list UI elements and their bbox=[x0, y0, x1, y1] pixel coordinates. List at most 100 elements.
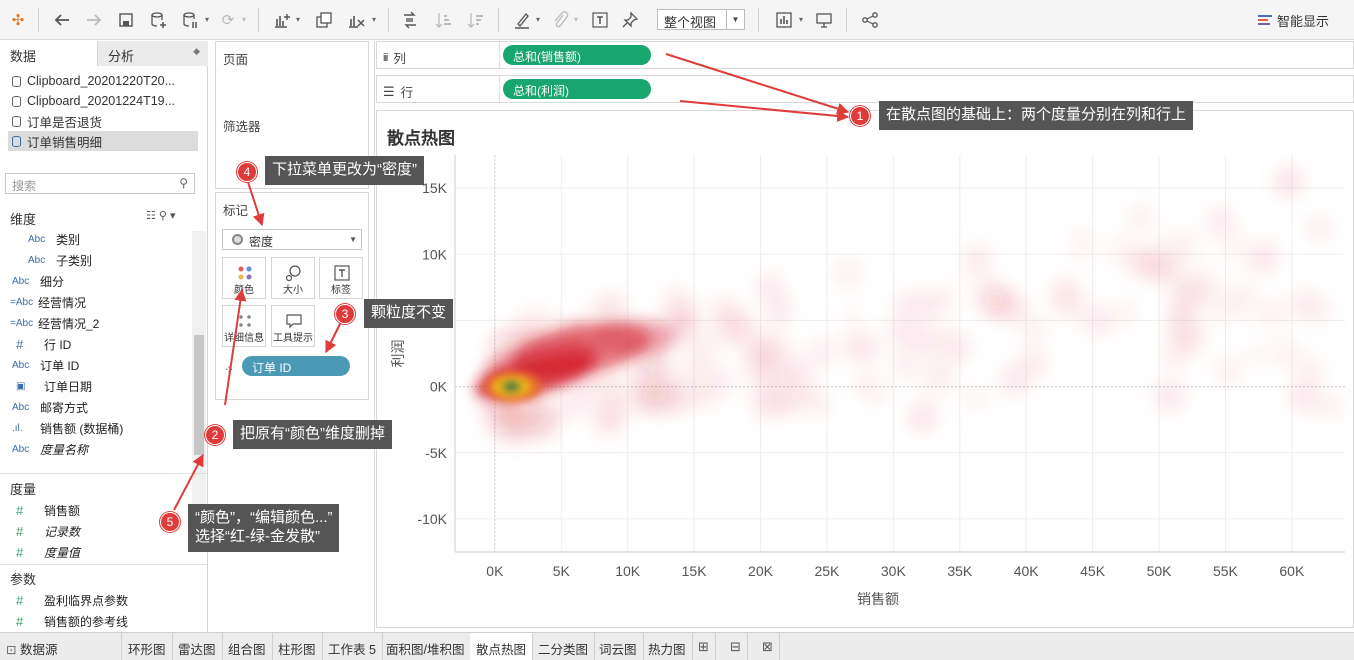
density-mark bbox=[1188, 269, 1219, 299]
y-tick-label: 15K bbox=[422, 180, 448, 196]
density-mark bbox=[1272, 339, 1300, 367]
density-mark bbox=[599, 399, 624, 424]
sheet-tab[interactable]: 柱形图 bbox=[272, 633, 323, 660]
density-mark bbox=[1083, 304, 1113, 335]
density-mark bbox=[692, 333, 719, 360]
sheet-tab[interactable]: 工作表 5 bbox=[322, 633, 383, 660]
density-mark bbox=[637, 386, 665, 413]
density-mark bbox=[1052, 276, 1079, 303]
sheet-tab[interactable]: 组合图 bbox=[222, 633, 273, 660]
density-mark bbox=[1021, 318, 1045, 341]
sheet-tab-bar: ⊡ 数据源 环形图 雷达图 组合图 柱形图 工作表 5 面积图/堆积图 散点热图… bbox=[0, 632, 1354, 660]
callout-note-2: 把原有“颜色”维度删掉 bbox=[233, 420, 392, 449]
density-mark bbox=[757, 274, 783, 300]
x-tick-label: 40K bbox=[1014, 563, 1040, 579]
density-mark bbox=[910, 401, 938, 428]
density-mark bbox=[921, 360, 954, 393]
density-mark bbox=[689, 381, 717, 409]
x-tick-label: 25K bbox=[814, 563, 840, 579]
density-mark bbox=[1114, 302, 1138, 326]
density-mark bbox=[745, 341, 777, 374]
density-mark bbox=[1143, 249, 1171, 276]
density-mark bbox=[1275, 174, 1299, 198]
callout-badge-1: 1 bbox=[850, 106, 870, 126]
datasource-tab-icon: ⊡ bbox=[6, 643, 17, 657]
x-tick-label: 30K bbox=[881, 563, 907, 579]
callout-badge-2: 2 bbox=[205, 425, 225, 445]
density-mark bbox=[1154, 381, 1185, 412]
density-mark bbox=[888, 320, 912, 344]
density-mark bbox=[1291, 290, 1315, 314]
density-mark bbox=[962, 252, 992, 281]
y-tick-label: 0K bbox=[430, 379, 448, 395]
x-tick-label: 5K bbox=[553, 563, 571, 579]
callout-note-4: 下拉菜单更改为“密度” bbox=[265, 156, 424, 185]
density-mark bbox=[1259, 300, 1286, 327]
y-axis-title: 利润 bbox=[390, 340, 406, 368]
density-mark bbox=[587, 299, 611, 322]
new-dashboard-tab-icon[interactable]: ⊟ bbox=[724, 633, 748, 660]
callout-badge-5: 5 bbox=[160, 512, 180, 532]
density-mark bbox=[894, 291, 922, 320]
tab-label: 数据源 bbox=[19, 643, 58, 657]
x-tick-label: 55K bbox=[1213, 563, 1239, 579]
y-tick-label: -5K bbox=[425, 445, 447, 461]
density-mark bbox=[854, 370, 877, 393]
sheet-tab[interactable]: 二分类图 bbox=[532, 633, 596, 660]
callout-note-3: 颗粒度不变 bbox=[364, 299, 454, 328]
density-mark bbox=[774, 380, 806, 412]
density-mark bbox=[844, 333, 866, 355]
sheet-tab[interactable]: 环形图 bbox=[122, 633, 173, 660]
new-worksheet-tab-icon[interactable]: ⊞ bbox=[692, 633, 716, 660]
sheet-tab-active[interactable]: 散点热图 bbox=[470, 633, 534, 660]
density-mark bbox=[982, 287, 1009, 314]
density-mark bbox=[1020, 347, 1049, 377]
x-tick-label: 0K bbox=[486, 563, 504, 579]
density-mark bbox=[840, 305, 862, 327]
x-tick-label: 50K bbox=[1147, 563, 1173, 579]
density-mark bbox=[766, 296, 793, 323]
density-mark bbox=[1108, 238, 1136, 266]
sheet-tab[interactable]: 热力图 bbox=[642, 633, 693, 660]
density-mark bbox=[1289, 384, 1318, 412]
callout-badge-3: 3 bbox=[335, 304, 355, 324]
x-tick-label: 10K bbox=[615, 563, 641, 579]
callout-note-5: “颜色”，“编辑颜色...” 选择“红-绿-金发散” bbox=[188, 504, 340, 552]
density-mark bbox=[810, 339, 835, 365]
x-tick-label: 35K bbox=[947, 563, 973, 579]
callout-note-1: 在散点图的基础上：两个度量分别在列和行上 bbox=[879, 101, 1194, 130]
density-mark bbox=[1207, 294, 1236, 323]
callout-badge-4: 4 bbox=[237, 162, 257, 182]
density-mark bbox=[1318, 395, 1342, 418]
density-mark bbox=[1206, 207, 1235, 235]
density-mark bbox=[1166, 230, 1198, 262]
sheet-tab[interactable]: 面积图/堆积图 bbox=[380, 633, 472, 660]
density-mark bbox=[1246, 344, 1268, 366]
density-mark bbox=[735, 324, 757, 346]
density-mark bbox=[1295, 357, 1325, 387]
density-mark bbox=[1164, 346, 1187, 368]
density-mark bbox=[964, 388, 987, 411]
x-tick-label: 20K bbox=[748, 563, 774, 579]
density-band bbox=[594, 318, 675, 355]
new-story-tab-icon[interactable]: ⊠ bbox=[756, 633, 780, 660]
y-tick-label: -10K bbox=[417, 511, 447, 527]
x-tick-label: 60K bbox=[1279, 563, 1305, 579]
density-mark bbox=[928, 283, 958, 313]
density-mark bbox=[832, 257, 863, 289]
x-tick-label: 15K bbox=[682, 563, 708, 579]
density-mark bbox=[662, 285, 693, 316]
tab-datasource[interactable]: ⊡ 数据源 bbox=[0, 633, 122, 660]
sheet-tab[interactable]: 词云图 bbox=[593, 633, 644, 660]
sheet-tab[interactable]: 雷达图 bbox=[172, 633, 223, 660]
density-mark bbox=[1068, 230, 1097, 259]
x-axis-title: 销售额 bbox=[857, 591, 899, 607]
density-mark bbox=[559, 385, 590, 417]
y-tick-label: 10K bbox=[422, 246, 448, 262]
density-mark bbox=[1220, 233, 1246, 260]
density-mark bbox=[944, 334, 971, 361]
x-tick-label: 45K bbox=[1080, 563, 1106, 579]
density-mark bbox=[1305, 215, 1333, 243]
density-mark bbox=[1214, 357, 1242, 384]
density-mark bbox=[1250, 241, 1279, 270]
